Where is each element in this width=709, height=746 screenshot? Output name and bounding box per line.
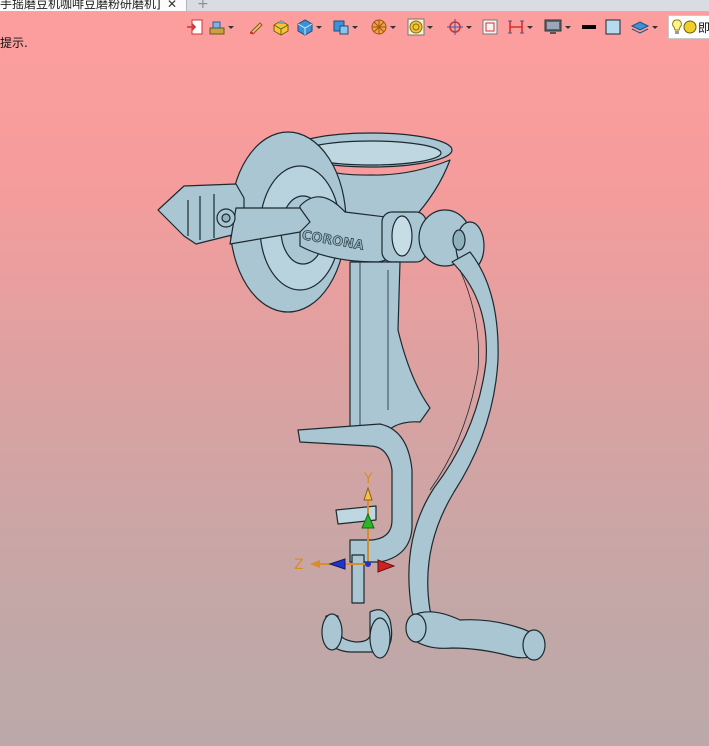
grinder-body-column [349, 261, 431, 441]
grinder-crank-handle [405, 611, 546, 661]
z-axis-cone [328, 558, 346, 570]
z-axis-label: Z [294, 557, 304, 573]
grinder-crank-arm [408, 251, 499, 641]
z-axis-arrow [310, 560, 320, 568]
model-viewport[interactable]: CORONA Y Z [0, 0, 709, 746]
y-axis-arrow [363, 486, 373, 501]
triad-origin [365, 561, 371, 567]
x-axis-cone [377, 559, 396, 573]
y-axis-label: Y [363, 471, 373, 487]
grinder-clamp [297, 423, 413, 659]
